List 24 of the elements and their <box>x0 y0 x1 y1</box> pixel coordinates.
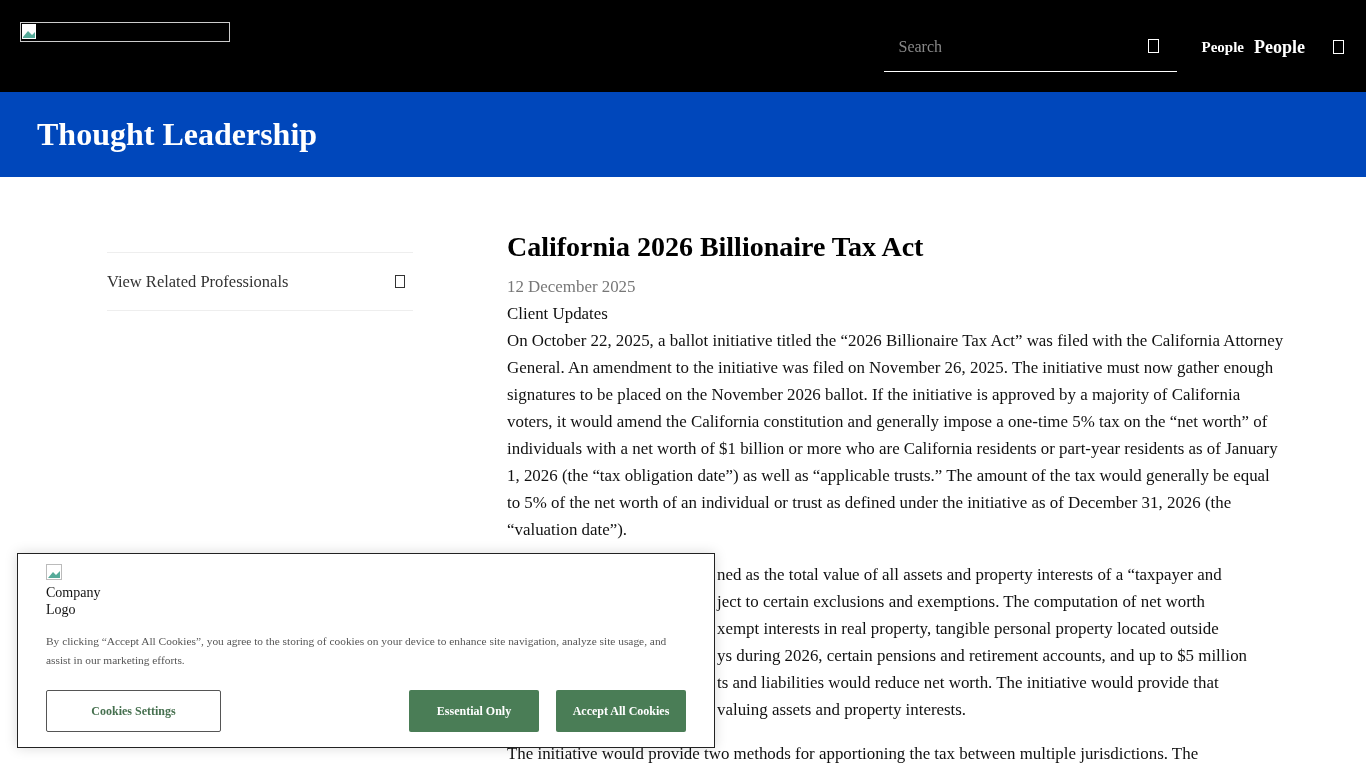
broken-image-alt-text: People <box>1201 38 1244 56</box>
accept-button[interactable]: Essential Only <box>409 690 539 732</box>
accept-button[interactable]: Accept All Cookies <box>556 690 686 732</box>
people-link[interactable]: People <box>1254 36 1305 58</box>
article-paragraph: The initiative would provide two methods for apportioning the tax between multiple jurisdictions. The <box>507 743 1200 765</box>
paragraph-line: xempt interests in real property, tangible personal property located outside <box>717 618 1220 640</box>
article-date: 12 December 2025 <box>507 276 637 298</box>
paragraph-line: ys during 2026, certain pensions and retirement accounts, and up to $5 million <box>717 645 1249 667</box>
paragraph-line: valuing assets and property interests. <box>717 699 968 721</box>
page-title: Thought Leadership <box>37 116 318 153</box>
article-title: California 2026 Billionaire Tax Act <box>507 230 925 264</box>
search-field[interactable]: Search <box>883 22 1177 72</box>
accordion-label: View Related Professionals <box>107 271 289 292</box>
broken-image-icon[interactable] <box>20 22 230 42</box>
paragraph-line: ts and liabilities would reduce net worth. The initiative would provide that <box>717 672 1220 694</box>
logo-alt-text: Company Logo <box>46 584 102 618</box>
cookie-notice-text: By clicking “Accept All Cookies”, you agree to the storing of cookies on your device to enhance site navigation, analyze site usage, and assist in our marketing efforts. <box>46 634 668 668</box>
accordion-item[interactable]: View Related Professionals <box>107 252 413 311</box>
broken-image-icon <box>46 564 62 580</box>
article-category: Client Updates <box>507 303 609 325</box>
article-paragraph: On October 22, 2025, a ballot initiative titled the “2026 Billionaire Tax Act” was filed with the California Attorney General. An amendment to the initiative was filed on November 26, 2025. The initiative must now gather enough signatures to be placed on the November 2026 ballot. If the initiative is approved by a majority of California voters, it would amend the California constitution and generally impose a one-time 5% tax on the “net worth” of individuals with a net worth of $1 billion or more who are California residents or part-year residents as of January 1, 2026 (the “tax obligation date”) as well as “applicable trusts.” The amount of the tax would generally be equal to 5% of the net worth of an individual or trust as defined under the initiative as of December 31, 2026 (the “valuation date”). <box>507 330 1285 541</box>
settings-button[interactable]: Cookies Settings <box>46 690 221 732</box>
paragraph-line: ned as the total value of all assets and property interests of a “taxpayer and <box>717 564 1223 586</box>
paragraph-line: ject to certain exclusions and exemptions. The computation of net worth <box>717 591 1206 613</box>
